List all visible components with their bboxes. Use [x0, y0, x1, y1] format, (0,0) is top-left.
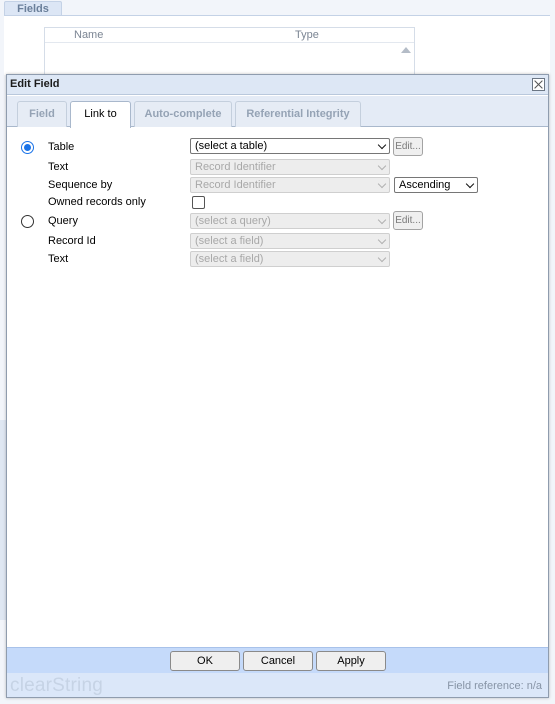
edit-field-dialog: Edit Field Field Link to Auto-complete R… [6, 74, 549, 698]
table-select-value: (select a table) [195, 140, 268, 152]
chevron-down-icon [377, 235, 387, 245]
query-radio[interactable] [21, 215, 34, 228]
sequence-by-select[interactable]: Record Identifier [190, 177, 390, 193]
tab-auto-complete[interactable]: Auto-complete [134, 101, 232, 127]
table-label: Table [48, 141, 75, 153]
record-id-select[interactable]: (select a field) [190, 233, 390, 249]
sequence-by-select-value: Record Identifier [195, 179, 276, 191]
query-select-value: (select a query) [195, 215, 271, 227]
tab-referential-integrity[interactable]: Referential Integrity [235, 101, 361, 127]
sequence-by-label: Sequence by [48, 179, 113, 191]
sort-order-select[interactable]: Ascending [394, 177, 478, 193]
query-text-label: Text [48, 253, 69, 265]
owned-records-checkbox[interactable] [192, 196, 205, 209]
query-select[interactable]: (select a query) [190, 213, 390, 229]
chevron-down-icon [377, 179, 387, 189]
owned-records-label: Owned records only [48, 196, 146, 208]
tab-strip: Field Link to Auto-complete Referential … [7, 96, 548, 128]
fields-tab[interactable]: Fields [4, 1, 62, 16]
chevron-down-icon [377, 161, 387, 171]
scroll-up-icon[interactable] [401, 47, 411, 53]
chevron-down-icon [377, 215, 387, 225]
grid-column-type[interactable]: Type [295, 29, 319, 41]
table-edit-button[interactable]: Edit... [393, 137, 423, 156]
query-text-select[interactable]: (select a field) [190, 251, 390, 267]
sort-order-select-value: Ascending [399, 179, 451, 191]
query-edit-button[interactable]: Edit... [393, 211, 423, 230]
record-id-select-value: (select a field) [195, 235, 264, 247]
chevron-down-icon [377, 140, 387, 150]
fields-grid: Name Type [44, 27, 415, 75]
query-text-select-value: (select a field) [195, 253, 264, 265]
dialog-titlebar: Edit Field [7, 75, 548, 95]
text-label: Text [48, 161, 69, 173]
tab-link-to[interactable]: Link to [70, 101, 131, 128]
query-label: Query [48, 215, 78, 227]
table-select[interactable]: (select a table) [190, 138, 390, 154]
status-bar: clearString Field reference: n/a [7, 673, 548, 697]
fields-grid-header: Name Type [45, 28, 414, 43]
close-icon[interactable] [532, 78, 545, 91]
record-id-label: Record Id [48, 235, 96, 247]
dialog-title: Edit Field [10, 78, 60, 90]
grid-column-name[interactable]: Name [74, 29, 103, 41]
cancel-button[interactable]: Cancel [243, 651, 313, 671]
text-select[interactable]: Record Identifier [190, 159, 390, 175]
dialog-button-bar: OK Cancel Apply [7, 647, 548, 673]
brand-logo: clearString [10, 675, 104, 696]
tab-field[interactable]: Field [17, 101, 67, 127]
apply-button[interactable]: Apply [316, 651, 386, 671]
ok-button[interactable]: OK [170, 651, 240, 671]
chevron-down-icon [465, 179, 475, 189]
chevron-down-icon [377, 253, 387, 263]
table-radio[interactable] [21, 141, 34, 154]
field-reference: Field reference: n/a [447, 680, 542, 692]
text-select-value: Record Identifier [195, 161, 276, 173]
